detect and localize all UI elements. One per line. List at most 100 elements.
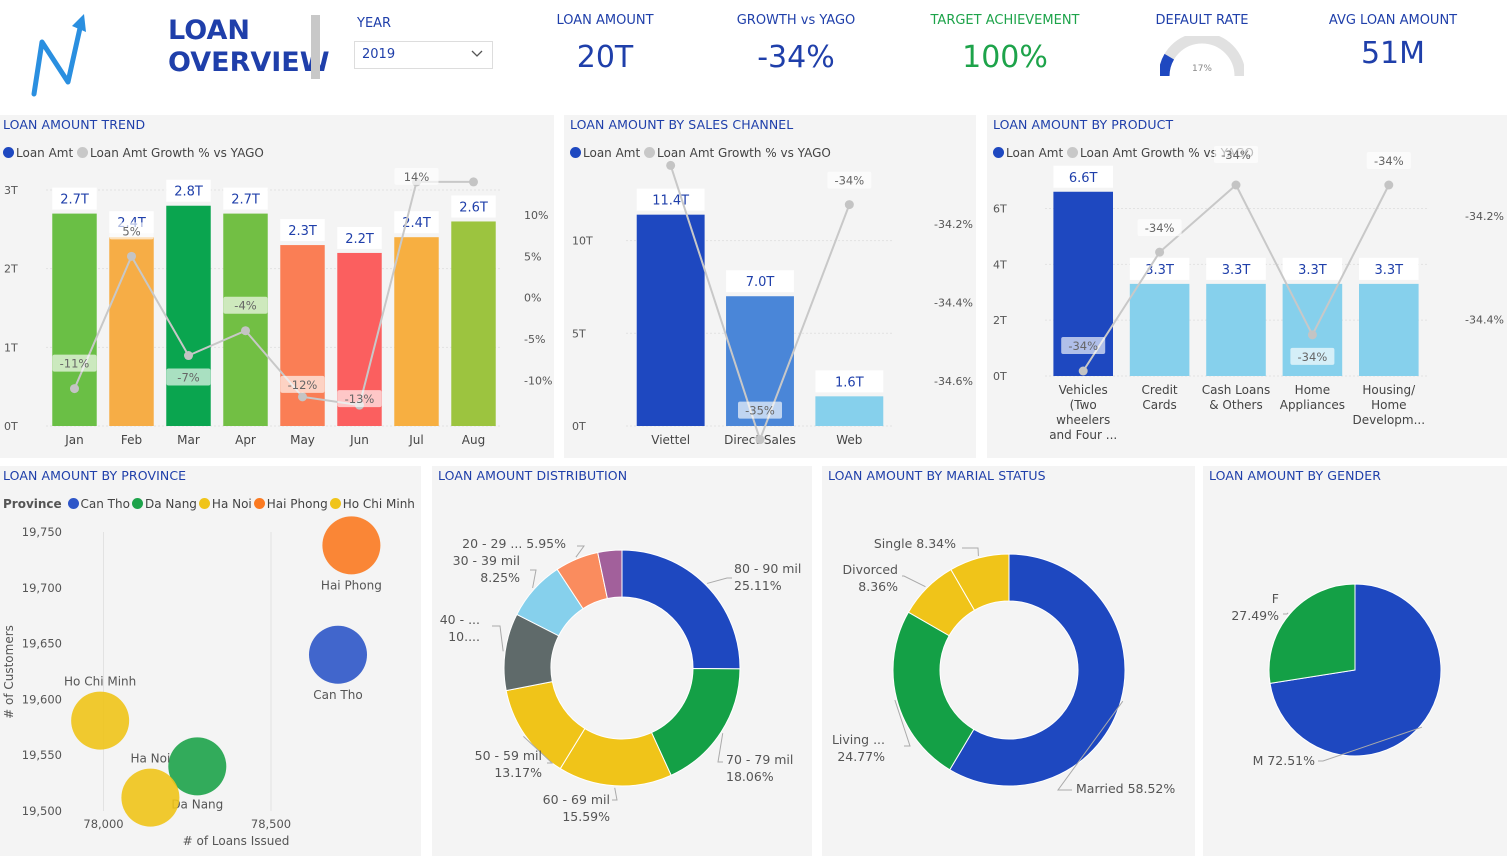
y-tick-label: 6T [993,203,1007,216]
gender-pie-chart: M 72.51% F 27.49% [1231,583,1442,768]
growth-label: -12% [288,378,318,392]
data-label: 6.6T [1069,171,1098,186]
bar [109,237,154,426]
growth-point [241,326,250,336]
kpi-label: LOAN AMOUNT [556,13,654,28]
x-tick-label: Aug [462,433,485,447]
default-rate-gauge: 17% [1160,36,1244,77]
bar [1359,283,1419,376]
bar [394,237,439,426]
y-tick-label: 2T [993,314,1007,327]
data-label: 3.3T [1298,263,1327,278]
kpi-label: DEFAULT RATE [1155,13,1249,28]
leader-line [902,575,926,588]
panel-gender: LOAN AMOUNT BY GENDER M 72.51% F 27.49% [1203,466,1507,856]
slice-label: 50 - 59 mil [475,748,542,763]
data-label: 3.3T [1374,263,1403,278]
data-label: 2.7T [60,193,89,208]
marital-donut-chart: Married 58.52% Living ... 24.77% Divorced 8.… [832,536,1175,796]
growth-point [844,200,854,210]
y2-tick-label: -34.2% [1465,210,1504,223]
y2-tick-label: 10% [524,209,548,222]
y-tick-label: 0T [572,420,586,433]
slice-percent: 18.06% [726,769,774,784]
distribution-donut-chart: 80 - 90 mil 25.11% 70 - 79 mil 18.06% 60 - 6… [440,536,802,824]
data-label: 1.6T [835,375,864,390]
leader-line [612,787,618,801]
growth-label: -4% [234,299,256,313]
province-chart: 19,500 19,550 19,600 19,650 19,700 19,750 78,0… [2,516,382,848]
x-axis-title: # of Loans Issued [183,834,290,848]
leader-line [707,577,732,584]
x-tick-label: Mar [177,433,200,447]
year-filter-label: YEAR [357,16,392,31]
x-tick-label: Appliances [1280,398,1345,412]
bubble [71,691,130,750]
leader-line [962,547,979,557]
x-tick-label: & Others [1209,398,1263,412]
bar [636,214,705,426]
growth-point [1231,180,1241,190]
x-tick-label: Housing/ [1362,383,1416,397]
y-tick-label: 19,700 [22,581,62,595]
x-tick-label: Jun [349,433,369,447]
growth-point [70,384,79,394]
slice-label: 70 - 79 mil [726,752,793,767]
y2-tick-label: 0% [524,292,541,305]
growth-label: -7% [177,371,199,385]
slice [1268,583,1356,684]
y-tick-label: 1T [4,341,18,354]
slice-percent: 8.25% [480,570,520,585]
page-title-line1: LOAN [168,15,250,46]
leader-line [530,569,537,589]
x-tick-label: Vehicles [1059,383,1108,397]
growth-point [184,351,193,361]
slice [621,549,741,670]
slice-percent: 8.36% [858,579,898,594]
growth-point [298,392,307,402]
data-label: 3.3T [1222,263,1251,278]
y-tick-label: 19,600 [22,692,62,706]
bubble [322,516,381,575]
growth-point [1307,330,1317,340]
title-divider [311,15,320,79]
slice-percent: 15.59% [562,809,610,824]
channel-chart: 0T5T10T-34.6%-34.4%-34.2%11.4T7.0T1.6TVi… [572,160,973,447]
x-tick-label: Home [1371,398,1406,412]
panel-sales-channel: LOAN AMOUNT BY SALES CHANNEL Loan Amt Lo… [564,115,976,458]
bubble [121,768,180,827]
leader-line [575,545,585,558]
growth-label: -34% [834,174,864,188]
y-tick-label: 0T [4,420,18,433]
product-chart: 0T 2T 4T 6T -34.4% -34.2% 6.6T 3.3T 3.3T 3.3T 3.3T… [993,146,1504,442]
bubble-label: Hai Phong [321,578,382,592]
trend-chart: 0T1T2T3T-10%-5%0%5%10%2.7T2.4T2.8T2.7T2.… [4,167,552,447]
year-dropdown-value: 2019 [362,47,396,62]
growth-label: -35% [745,404,775,418]
slice-label: Living ... [832,732,885,747]
default-rate-value: 17% [1192,64,1212,74]
slice-label: M 72.51% [1253,753,1316,768]
panel-product: LOAN AMOUNT BY PRODUCT Loan Amt Loan Amt… [987,115,1507,458]
slice-percent: 27.49% [1231,608,1279,623]
slice-percent: 25.11% [734,578,782,593]
bubble-label: Ho Chi Minh [64,675,136,689]
kpi-value: 20T [576,40,634,75]
y-tick-label: 10T [572,235,593,248]
x-tick-label: Web [836,433,862,447]
year-dropdown[interactable]: 2019 [354,41,493,69]
slice-percent: 13.17% [494,765,542,780]
slice-label: Single 8.34% [874,536,956,551]
growth-label: -34% [1298,350,1328,364]
x-tick-label: Credit [1142,383,1178,397]
slice-label: Married 58.52% [1076,781,1175,796]
leader-line [492,625,504,652]
bubble-label: Can Tho [313,688,362,702]
slice-percent: 10.... [448,629,480,644]
y-tick-label: 19,550 [22,748,62,762]
data-label: 2.7T [231,193,260,208]
y-tick-label: 19,650 [22,637,62,651]
growth-point [1155,247,1165,257]
x-tick-label: Cards [1142,398,1176,412]
slice-label: 40 - ... [440,612,480,627]
